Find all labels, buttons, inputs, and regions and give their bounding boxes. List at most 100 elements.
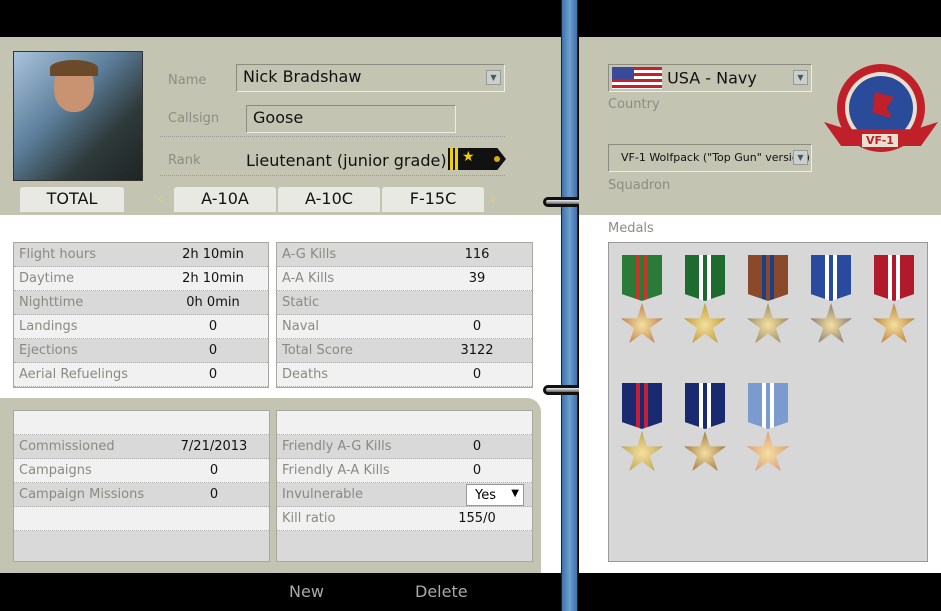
chevron-down-icon[interactable]: ▼ xyxy=(793,150,808,165)
rank-label: Rank xyxy=(168,153,201,168)
squadron-patch: VF-1 xyxy=(822,64,940,160)
career-table-right: Friendly A-G Kills 0 Friendly A-A Kills 0 In… xyxy=(276,410,533,562)
stat-value: 0 xyxy=(209,463,219,478)
stat-value: 39 xyxy=(468,271,486,286)
table-row: Landings 0 xyxy=(14,315,268,339)
stat-value: 0 xyxy=(208,319,218,334)
table-row: Ejections 0 xyxy=(14,339,268,363)
stats-table-left: Flight hours 2h 10min Daytime 2h 10min Night… xyxy=(13,242,269,388)
stat-label: Invulnerable xyxy=(282,487,364,502)
callsign-label: Callsign xyxy=(168,111,220,126)
callsign-input[interactable]: Goose xyxy=(246,105,456,133)
stat-label: Static xyxy=(282,295,320,310)
stat-label: Landings xyxy=(19,319,78,334)
stat-label: Campaign Missions xyxy=(19,487,145,502)
tabs-prev-arrow-icon[interactable]: ‹ xyxy=(157,189,163,208)
stat-label: Aerial Refuelings xyxy=(19,367,129,382)
table-row: Deaths 0 xyxy=(277,363,532,387)
stat-label: Total Score xyxy=(282,343,353,358)
stat-value: 0h 0min xyxy=(186,295,240,310)
rank-insignia-icon: ★ xyxy=(448,148,506,170)
rank-value: Lieutenant (junior grade) xyxy=(246,151,447,170)
name-value: Nick Bradshaw xyxy=(243,67,362,86)
table-row: A-G Kills 116 xyxy=(277,243,532,267)
new-button[interactable]: New xyxy=(289,582,324,601)
table-row: Friendly A-A Kills 0 xyxy=(277,459,532,483)
medal-icon[interactable] xyxy=(680,383,730,493)
stat-value: 0 xyxy=(209,487,219,502)
stat-label: Friendly A-A Kills xyxy=(282,463,390,478)
stat-label: Deaths xyxy=(282,367,329,382)
stat-value: 116 xyxy=(464,247,490,262)
tab-a-10a[interactable]: A-10A xyxy=(174,187,276,212)
medal-icon[interactable] xyxy=(743,383,793,493)
table-row: Static xyxy=(277,291,532,315)
divider xyxy=(160,136,505,137)
medals-label: Medals xyxy=(608,221,654,236)
tabs-next-arrow-icon[interactable]: › xyxy=(490,189,496,208)
medal-icon[interactable] xyxy=(617,383,667,493)
table-row: Daytime 2h 10min xyxy=(14,267,268,291)
country-label: Country xyxy=(608,97,660,112)
country-value: USA - Navy xyxy=(667,68,757,88)
table-row: Naval 0 xyxy=(277,315,532,339)
medal-icon[interactable] xyxy=(869,255,919,365)
career-table-left: Commissioned 7/21/2013 Campaigns 0 Campaign … xyxy=(13,410,270,562)
squadron-select[interactable]: VF-1 Wolfpack ("Top Gun" version) ▼ xyxy=(608,144,812,172)
table-row: Kill ratio 155/0 xyxy=(277,507,532,531)
squadron-label: Squadron xyxy=(608,178,671,193)
stat-label: Daytime xyxy=(19,271,75,286)
pilot-portrait[interactable] xyxy=(13,51,143,181)
stat-label: Kill ratio xyxy=(282,511,336,526)
table-row: Aerial Refuelings 0 xyxy=(14,363,268,387)
stat-label: Flight hours xyxy=(19,247,96,262)
stat-value: 0 xyxy=(208,343,218,358)
table-row xyxy=(14,411,269,435)
chevron-down-icon[interactable]: ▼ xyxy=(486,70,501,85)
stat-value: 7/21/2013 xyxy=(180,439,248,454)
table-row: Campaigns 0 xyxy=(14,459,269,483)
medal-icon[interactable] xyxy=(806,255,856,365)
medal-icon[interactable] xyxy=(617,255,667,365)
stat-label: Campaigns xyxy=(19,463,92,478)
medal-icon[interactable] xyxy=(680,255,730,365)
binder-spine xyxy=(561,0,578,611)
tab-a-10c[interactable]: A-10C xyxy=(278,187,380,212)
caret-down-icon: ▼ xyxy=(511,487,519,499)
country-select[interactable]: USA - Navy ▼ xyxy=(608,64,812,92)
table-row: Friendly A-G Kills 0 xyxy=(277,435,532,459)
stat-label: Nighttime xyxy=(19,295,84,310)
stat-value: 2h 10min xyxy=(182,271,244,286)
tab-total[interactable]: TOTAL xyxy=(20,187,124,212)
table-row: A-A Kills 39 xyxy=(277,267,532,291)
stat-value: 0 xyxy=(472,439,482,454)
tab-f-15c[interactable]: F-15C xyxy=(382,187,484,212)
medal-icon[interactable] xyxy=(743,255,793,365)
us-flag-icon xyxy=(612,67,662,89)
divider xyxy=(160,175,505,176)
stats-table-right: A-G Kills 116 A-A Kills 39 Static Naval 0 Total… xyxy=(276,242,533,388)
medals-box xyxy=(608,242,928,562)
table-row: Campaign Missions 0 xyxy=(14,483,269,507)
stat-value: 0 xyxy=(472,367,482,382)
name-label: Name xyxy=(168,73,207,88)
stat-value: 0 xyxy=(208,367,218,382)
delete-button[interactable]: Delete xyxy=(415,582,468,601)
stat-value: 155/0 xyxy=(458,511,496,526)
table-row: Nighttime 0h 0min xyxy=(14,291,268,315)
chevron-down-icon[interactable]: ▼ xyxy=(793,70,808,85)
squadron-value: VF-1 Wolfpack ("Top Gun" version) xyxy=(621,151,810,164)
table-row: Commissioned 7/21/2013 xyxy=(14,435,269,459)
table-row xyxy=(277,411,532,435)
table-row xyxy=(14,507,269,531)
stat-value: 3122 xyxy=(460,343,494,358)
stat-label: A-G Kills xyxy=(282,247,337,262)
table-row: Total Score 3122 xyxy=(277,339,532,363)
stat-label: Ejections xyxy=(19,343,78,358)
stat-value: 0 xyxy=(472,319,482,334)
invulnerable-select[interactable]: Yes ▼ xyxy=(466,483,524,506)
invulnerable-value: Yes xyxy=(475,487,496,503)
name-select[interactable]: Nick Bradshaw ▼ xyxy=(236,64,505,92)
stat-label: Naval xyxy=(282,319,319,334)
table-row: Invulnerable Yes ▼ xyxy=(277,483,532,507)
